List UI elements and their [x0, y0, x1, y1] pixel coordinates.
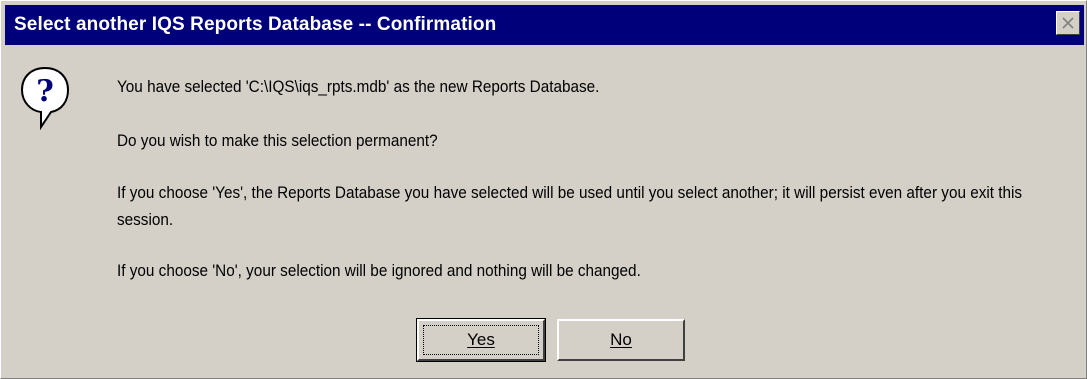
confirmation-dialog: Select another IQS Reports Database -- C…	[0, 0, 1087, 379]
message-permanent-question: Do you wish to make this selection perma…	[117, 131, 438, 150]
svg-text:?: ?	[36, 74, 54, 109]
close-button[interactable]	[1056, 11, 1080, 35]
no-button-label: No	[610, 330, 632, 349]
title-bar[interactable]: Select another IQS Reports Database -- C…	[5, 5, 1084, 45]
question-icon: ?	[20, 66, 70, 131]
window-title: Select another IQS Reports Database -- C…	[14, 14, 497, 35]
message-yes-explanation: If you choose 'Yes', the Reports Databas…	[117, 183, 1023, 229]
close-icon	[1062, 17, 1074, 29]
yes-button[interactable]: Yes	[416, 318, 546, 362]
message-selected-database: You have selected 'C:\IQS\iqs_rpts.mdb' …	[117, 77, 600, 96]
yes-button-label: Yes	[467, 330, 495, 349]
message-no-explanation: If you choose 'No', your selection will …	[117, 261, 641, 280]
no-button[interactable]: No	[557, 319, 685, 361]
